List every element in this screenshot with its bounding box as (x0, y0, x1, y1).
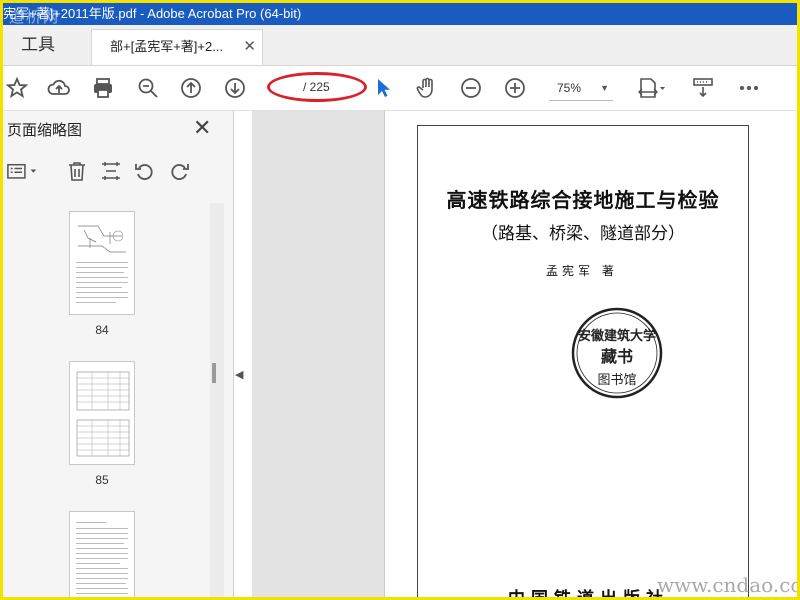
zoom-out-search-icon[interactable] (134, 74, 162, 102)
tab-document-label: 部+[孟宪军+著]+2... (110, 39, 224, 54)
red-annotation-ellipse (267, 72, 367, 102)
panel-toolbar (3, 153, 233, 187)
rotate-ccw-icon[interactable] (133, 159, 157, 183)
title-bar: 宪军+著]+2011年版.pdf - Adobe Acrobat Pro (64… (3, 3, 797, 25)
thumbnail-label: 84 (95, 323, 109, 337)
pdf-page: 高速铁路综合接地施工与检验 （路基、桥梁、隧道部分） 孟宪军 著 安徽建筑大学 … (384, 111, 797, 600)
extract-pages-icon[interactable] (99, 159, 123, 183)
screenshot-frame: 宪军+著]+2011年版.pdf - Adobe Acrobat Pro (64… (0, 0, 800, 600)
scroll-mode-icon[interactable] (689, 74, 717, 102)
select-cursor-icon[interactable] (369, 74, 397, 102)
publisher: 中国铁道出版社 (508, 589, 669, 600)
svg-text:安徽建筑大学: 安徽建筑大学 (578, 328, 656, 344)
page-fit-icon[interactable] (633, 74, 669, 102)
thumbnail-page-84[interactable] (69, 211, 135, 315)
panel-close-icon[interactable]: ✕ (193, 115, 211, 141)
panel-title: 页面缩略图 (7, 122, 83, 139)
cloud-upload-icon[interactable] (45, 74, 73, 102)
svg-text:图书馆: 图书馆 (597, 373, 636, 388)
print-icon[interactable] (89, 74, 117, 102)
thumbnail-page-86[interactable] (69, 511, 135, 597)
scrollbar-thumb[interactable] (212, 363, 216, 383)
tab-tools[interactable]: 工具 (3, 25, 73, 65)
trash-icon[interactable] (65, 159, 89, 183)
tab-close-icon[interactable]: ✕ (243, 30, 256, 64)
library-stamp: 安徽建筑大学 藏书 图书馆 (568, 304, 666, 402)
thumbnails-panel: 页面缩略图 ✕ 84 85 (3, 111, 234, 597)
tab-document[interactable]: 部+[孟宪军+著]+2... ✕ (91, 29, 263, 65)
thumbnail-list: 84 85 (3, 197, 209, 597)
thumbnail-options-icon[interactable] (5, 159, 41, 183)
watermark-top: 道桥网 (9, 8, 61, 25)
collapse-panel-arrow[interactable]: ◀ (235, 368, 243, 381)
document-viewer: 高速铁路综合接地施工与检验 （路基、桥梁、隧道部分） 孟宪军 著 安徽建筑大学 … (252, 111, 797, 600)
hand-tool-icon[interactable] (413, 74, 441, 102)
book-subtitle: （路基、桥梁、隧道部分） (481, 224, 685, 244)
book-author: 孟宪军 著 (546, 264, 618, 278)
thumbnail-page-85[interactable] (69, 361, 135, 465)
next-page-icon[interactable] (221, 74, 249, 102)
previous-page-icon[interactable] (177, 74, 205, 102)
tab-bar: 工具 部+[孟宪军+著]+2... ✕ (3, 25, 797, 66)
more-options-icon[interactable] (735, 74, 763, 102)
watermark-bottom-right: www.cndao.com (657, 573, 797, 597)
page-border: 高速铁路综合接地施工与检验 （路基、桥梁、隧道部分） 孟宪军 著 安徽建筑大学 … (417, 125, 749, 600)
rotate-cw-icon[interactable] (167, 159, 191, 183)
chevron-down-icon: ▼ (600, 83, 609, 93)
main-toolbar: / 225 75% ▼ (3, 66, 797, 111)
svg-text:藏书: 藏书 (601, 347, 633, 366)
thumbnail-label: 85 (95, 473, 109, 487)
book-title: 高速铁路综合接地施工与检验 (446, 188, 720, 212)
thumbnail-scrollbar[interactable] (210, 203, 224, 597)
star-icon[interactable] (3, 74, 31, 102)
zoom-value: 75% (557, 81, 582, 95)
zoom-in-icon[interactable] (501, 74, 529, 102)
zoom-out-icon[interactable] (457, 74, 485, 102)
zoom-dropdown[interactable]: 75% ▼ (549, 78, 613, 101)
